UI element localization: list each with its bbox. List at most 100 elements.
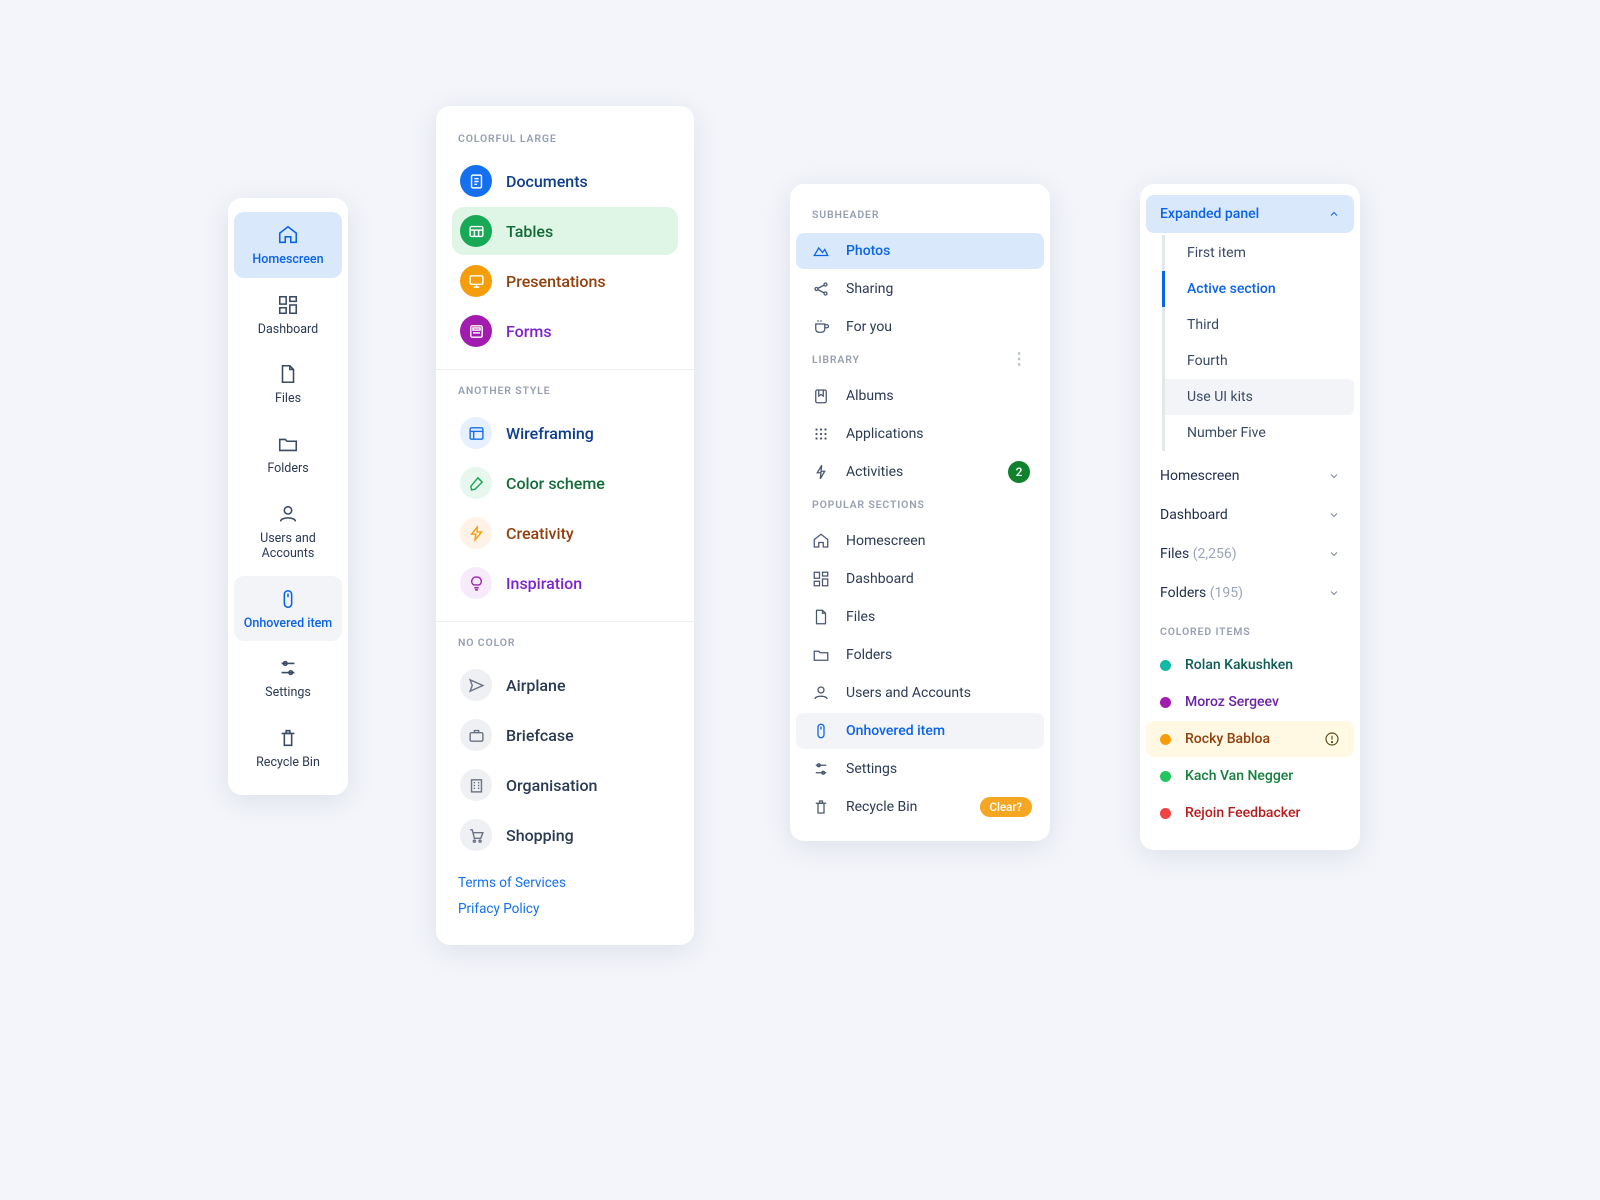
clear-pill[interactable]: Clear? [980,797,1032,817]
dot-icon [1160,660,1171,671]
dot-icon [1160,697,1171,708]
item-photos[interactable]: Photos [796,233,1044,269]
item-airplane[interactable]: Airplane [452,661,678,709]
trash-icon [812,798,830,816]
alert-icon [1324,731,1340,747]
wireframe-icon [460,417,492,449]
sidebar-colorful: COLORFUL LARGE Documents Tables Presenta… [436,106,694,945]
chevron-down-icon [1328,470,1340,482]
sidebar-expandable: Expanded panel First item Active section… [1140,184,1360,850]
item-briefcase[interactable]: Briefcase [452,711,678,759]
nav-folders[interactable]: Folders [234,421,342,487]
section-header-sub: SUBHEADER [790,202,1050,231]
row-folders[interactable]: Folders (195) [1146,574,1354,612]
dot-icon [1160,771,1171,782]
colored-kach[interactable]: Kach Van Negger [1146,758,1354,794]
row-expanded-panel[interactable]: Expanded panel [1146,195,1354,233]
colored-rolan[interactable]: Rolan Kakushken [1146,647,1354,683]
link-privacy[interactable]: Prifacy Policy [458,901,672,917]
item-creativity[interactable]: Creativity [452,509,678,557]
file-icon [277,363,299,385]
chevron-down-icon [1328,548,1340,560]
bulb-icon [460,567,492,599]
sub-uikits[interactable]: Use UI kits [1165,379,1354,415]
item-albums[interactable]: Albums [796,378,1044,414]
cup-icon [812,318,830,336]
row-homescreen[interactable]: Homescreen [1146,457,1354,495]
folder-icon [277,433,299,455]
nav-onhovered[interactable]: Onhovered item [234,576,342,642]
item-documents[interactable]: Documents [452,157,678,205]
more-icon[interactable]: ⋮ [1011,356,1028,362]
item-wireframing[interactable]: Wireframing [452,409,678,457]
item-inspiration[interactable]: Inspiration [452,559,678,607]
item-homescreen[interactable]: Homescreen [796,523,1044,559]
sub-third[interactable]: Third [1165,307,1354,343]
user-icon [812,684,830,702]
section-header-colorful: COLORFUL LARGE [458,132,678,145]
item-presentations[interactable]: Presentations [452,257,678,305]
colored-rocky[interactable]: Rocky Babloa [1146,721,1354,757]
file-icon [812,608,830,626]
chevron-down-icon [1328,587,1340,599]
expanded-sublist: First item Active section Third Fourth U… [1162,235,1354,451]
sub-active[interactable]: Active section [1165,271,1354,307]
nav-files[interactable]: Files [234,351,342,417]
item-tables[interactable]: Tables [452,207,678,255]
bolt-icon [460,517,492,549]
nav-dashboard[interactable]: Dashboard [234,282,342,348]
divider [436,621,694,622]
nav-users[interactable]: Users and Accounts [234,491,342,572]
item-applications[interactable]: Applications [796,416,1044,452]
briefcase-icon [460,719,492,751]
user-icon [277,503,299,525]
item-settings[interactable]: Settings [796,751,1044,787]
item-forms[interactable]: Forms [452,307,678,355]
dot-icon [1160,808,1171,819]
cart-icon [460,819,492,851]
item-shopping[interactable]: Shopping [452,811,678,859]
item-activities[interactable]: Activities2 [796,454,1044,490]
item-dashboard[interactable]: Dashboard [796,561,1044,597]
item-folders[interactable]: Folders [796,637,1044,673]
link-terms[interactable]: Terms of Services [458,875,672,891]
table-icon [460,215,492,247]
item-users[interactable]: Users and Accounts [796,675,1044,711]
nav-settings[interactable]: Settings [234,645,342,711]
mouse-icon [812,722,830,740]
grid-icon [812,425,830,443]
chevron-down-icon [1328,509,1340,521]
sub-five[interactable]: Number Five [1165,415,1354,451]
row-files[interactable]: Files (2,256) [1146,535,1354,573]
nav-recycle[interactable]: Recycle Bin [234,715,342,781]
row-dashboard[interactable]: Dashboard [1146,496,1354,534]
form-icon [460,315,492,347]
item-color-scheme[interactable]: Color scheme [452,459,678,507]
sub-first[interactable]: First item [1165,235,1354,271]
trash-icon [277,727,299,749]
colored-rejoin[interactable]: Rejoin Feedbacker [1146,795,1354,831]
item-recycle[interactable]: Recycle BinClear? [796,789,1044,825]
folder-icon [812,646,830,664]
dropper-icon [460,467,492,499]
building-icon [460,769,492,801]
sliders-icon [277,657,299,679]
section-header-popular: POPULAR SECTIONS [790,492,1050,521]
dot-icon [1160,734,1171,745]
bookmark-icon [812,387,830,405]
sub-fourth[interactable]: Fourth [1165,343,1354,379]
colored-moroz[interactable]: Moroz Sergeev [1146,684,1354,720]
item-files[interactable]: Files [796,599,1044,635]
sidebar-detailed: SUBHEADER Photos Sharing For you LIBRARY… [790,184,1050,841]
nav-homescreen[interactable]: Homescreen [234,212,342,278]
present-icon [460,265,492,297]
share-icon [812,280,830,298]
section-header-colored: COLORED ITEMS [1146,613,1354,646]
item-for-you[interactable]: For you [796,309,1044,345]
item-onhovered[interactable]: Onhovered item [796,713,1044,749]
item-organisation[interactable]: Organisation [452,761,678,809]
item-sharing[interactable]: Sharing [796,271,1044,307]
sidebar-narrow: Homescreen Dashboard Files Folders Users… [228,198,348,795]
bolt-icon [812,463,830,481]
section-header-nocolor: NO COLOR [458,636,678,649]
